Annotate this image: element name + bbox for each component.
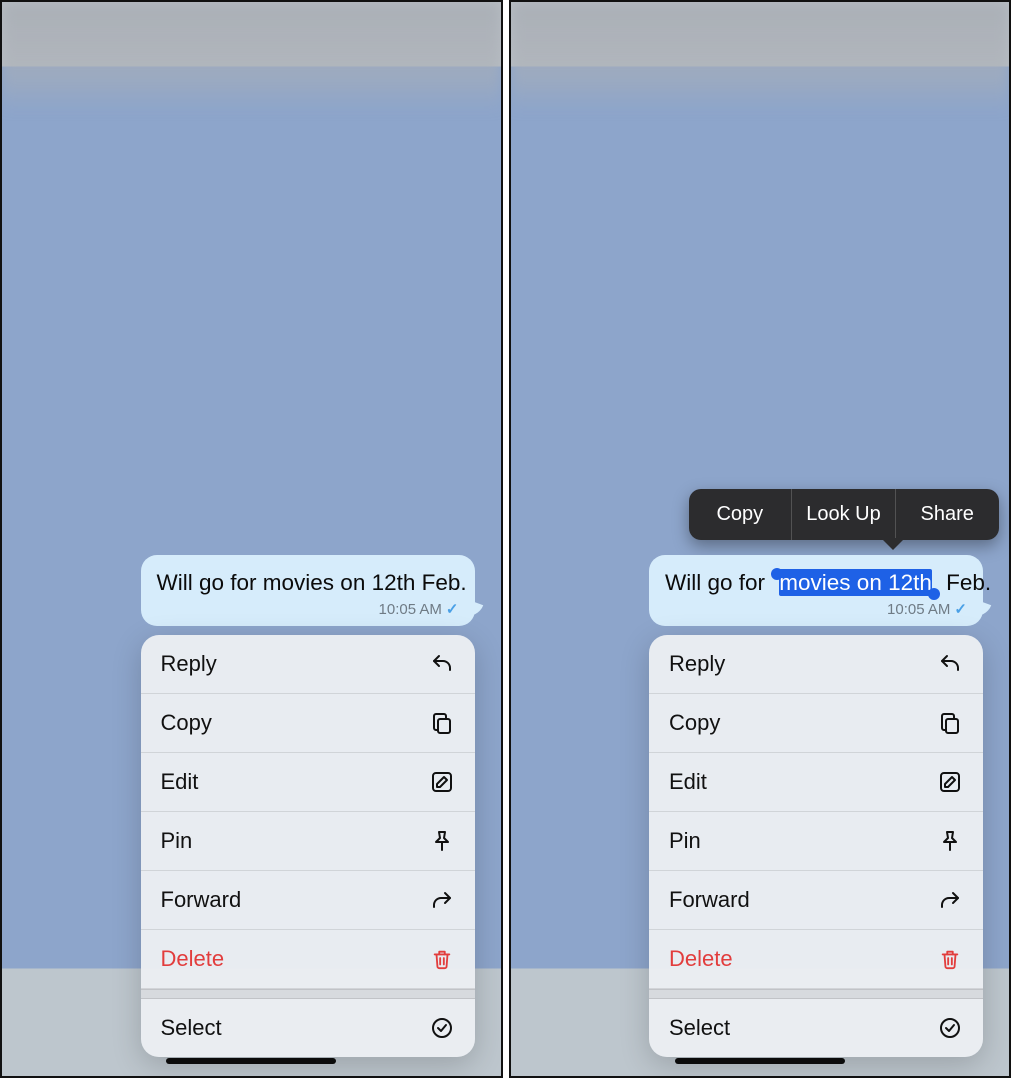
callout-label: Share (920, 503, 973, 525)
menu-select[interactable]: Select (141, 999, 475, 1057)
menu-label: Delete (161, 946, 225, 972)
menu-edit[interactable]: Edit (649, 753, 983, 812)
callout-copy[interactable]: Copy (689, 489, 792, 540)
menu-copy[interactable]: Copy (649, 694, 983, 753)
message-text: Will go for movies on 12th Feb. (665, 570, 991, 595)
blurred-header (2, 2, 501, 112)
reply-icon (937, 651, 963, 677)
copy-icon (937, 710, 963, 736)
menu-edit[interactable]: Edit (141, 753, 475, 812)
menu-label: Copy (669, 710, 720, 736)
pin-icon (429, 828, 455, 854)
callout-label: Copy (716, 503, 763, 525)
screenshot-left: Will go for movies on 12th Feb. 10:05 AM… (0, 0, 503, 1078)
context-menu: Reply Copy Edit Pin (141, 635, 475, 1057)
home-indicator (166, 1058, 336, 1064)
copy-icon (429, 710, 455, 736)
home-indicator (675, 1058, 845, 1064)
blurred-header (511, 2, 1010, 112)
reply-icon (429, 651, 455, 677)
forward-icon (937, 887, 963, 913)
menu-label: Reply (669, 651, 725, 677)
menu-separator (649, 989, 983, 999)
message-meta: 10:05 AM✓ (157, 601, 459, 620)
menu-select[interactable]: Select (649, 999, 983, 1057)
bubble-tail (971, 600, 992, 621)
menu-label: Delete (669, 946, 733, 972)
callout-share[interactable]: Share (895, 489, 999, 540)
menu-label: Select (161, 1015, 222, 1041)
trash-icon (429, 946, 455, 972)
message-text: Will go for movies on 12th Feb. (157, 570, 467, 595)
menu-label: Reply (161, 651, 217, 677)
message-time: 10:05 AM (379, 601, 442, 618)
message-bubble[interactable]: Will go for movies on 12th Feb. 10:05 AM… (141, 555, 475, 626)
forward-icon (429, 887, 455, 913)
menu-forward[interactable]: Forward (649, 871, 983, 930)
menu-reply[interactable]: Reply (649, 635, 983, 694)
menu-delete[interactable]: Delete (649, 930, 983, 989)
edit-icon (429, 769, 455, 795)
menu-reply[interactable]: Reply (141, 635, 475, 694)
sent-tick-icon: ✓ (446, 601, 459, 618)
menu-pin[interactable]: Pin (649, 812, 983, 871)
context-menu: Reply Copy Edit Pin (649, 635, 983, 1057)
select-circle-icon (429, 1015, 455, 1041)
menu-separator (141, 989, 475, 999)
menu-delete[interactable]: Delete (141, 930, 475, 989)
callout-label: Look Up (806, 503, 881, 525)
menu-pin[interactable]: Pin (141, 812, 475, 871)
select-circle-icon (937, 1015, 963, 1041)
callout-arrow-icon (881, 538, 905, 550)
menu-label: Edit (669, 769, 707, 795)
menu-copy[interactable]: Copy (141, 694, 475, 753)
menu-label: Pin (161, 828, 193, 854)
selection-handle-end-icon[interactable] (928, 588, 940, 600)
message-bubble[interactable]: Will go for movies on 12th Feb. 10:05 AM… (649, 555, 983, 626)
menu-label: Select (669, 1015, 730, 1041)
edit-icon (937, 769, 963, 795)
bubble-tail (462, 600, 483, 621)
trash-icon (937, 946, 963, 972)
menu-label: Edit (161, 769, 199, 795)
menu-label: Copy (161, 710, 212, 736)
callout-lookup[interactable]: Look Up (791, 489, 895, 540)
message-time: 10:05 AM (887, 601, 950, 618)
menu-forward[interactable]: Forward (141, 871, 475, 930)
sent-tick-icon: ✓ (954, 601, 967, 618)
menu-label: Pin (669, 828, 701, 854)
pin-icon (937, 828, 963, 854)
text-selection-callout: Copy Look Up Share (689, 489, 999, 540)
menu-label: Forward (161, 887, 242, 913)
message-meta: 10:05 AM✓ (665, 601, 967, 620)
selected-text[interactable]: movies on 12th (779, 569, 932, 596)
menu-label: Forward (669, 887, 750, 913)
screenshot-right: Copy Look Up Share Will go for movies on… (509, 0, 1011, 1078)
